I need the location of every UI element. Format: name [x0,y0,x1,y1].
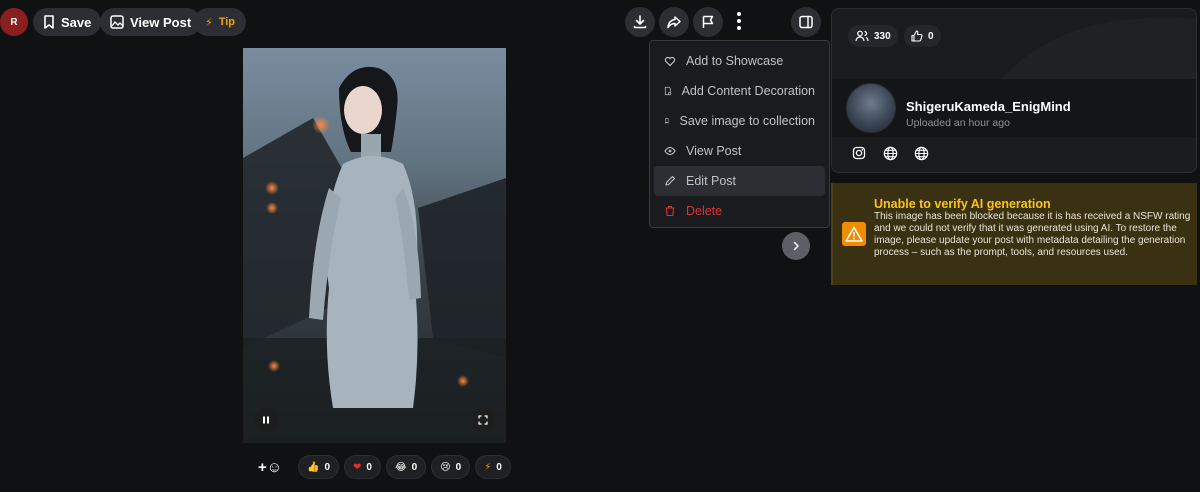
reaction-cry[interactable]: 😢 0 [431,455,471,479]
dot [737,12,741,16]
author-name[interactable]: ShigeruKameda_EnigMind [906,99,1071,114]
menu-item-save-to-collection[interactable]: Save image to collection [654,106,825,136]
post-info-panel: 330 0 ShigeruKameda_EnigMind Uploaded an… [831,8,1197,173]
reaction-emoji: 😂 [394,461,407,473]
author-section: ShigeruKameda_EnigMind Uploaded an hour … [832,79,1196,137]
fullscreen-icon [478,415,488,425]
save-label: Save [61,14,92,30]
menu-item-add-content-decoration[interactable]: Add Content Decoration [654,76,825,106]
bookmark-icon [44,15,54,29]
reaction-count: 0 [411,461,418,473]
fullscreen-button[interactable] [471,408,495,432]
post-image[interactable] [243,48,506,443]
instagram-link[interactable] [852,146,866,165]
image-icon [110,15,124,29]
followers-count: 330 [874,30,891,42]
share-icon [667,16,681,29]
followers-stat: 330 [848,25,898,47]
trash-icon [665,205,675,217]
save-button[interactable]: Save [33,8,102,36]
add-reaction-icon: +☺ [258,458,283,476]
chevron-right-icon [793,241,800,251]
warning-title: Unable to verify AI generation [874,197,1051,211]
menu-item-edit-post[interactable]: Edit Post [654,166,825,196]
reaction-count: 0 [366,461,372,473]
likes-count: 0 [928,30,934,42]
menu-item-label: Add to Showcase [686,54,784,68]
download-icon [633,15,647,29]
globe-icon [914,146,929,161]
warning-icon [842,222,866,246]
reaction-count: 0 [496,461,502,473]
reaction-emoji: 😢 [440,461,451,473]
report-button[interactable] [693,7,723,37]
bookmark-icon [665,118,669,124]
image-content [243,66,506,443]
heart-icon [664,56,676,67]
website-link[interactable] [883,146,898,166]
instagram-icon [852,146,866,160]
thumbs-up-icon [911,30,923,42]
add-reaction-button[interactable]: +☺ [258,455,282,479]
reaction-emoji: ❤ [353,461,362,473]
globe-icon [883,146,898,161]
alert-triangle-icon [845,226,863,242]
dot [737,19,741,23]
tip-button[interactable]: ⚡ Tip [194,8,247,36]
warning-body: This image has been blocked because it i… [874,211,1191,258]
next-image-button[interactable] [782,232,810,260]
download-button[interactable] [625,7,655,37]
author-avatar[interactable] [846,83,896,133]
reaction-emoji: ⚡ [484,461,492,473]
menu-item-delete[interactable]: Delete [654,196,825,226]
reaction-like[interactable]: 👍 0 [298,455,340,479]
menu-item-view-post[interactable]: View Post [654,136,825,166]
menu-item-label: Add Content Decoration [681,84,815,98]
pause-icon [263,416,269,424]
lightning-icon: ⚡ [205,16,213,29]
reaction-laugh[interactable]: 😂 0 [385,455,427,479]
eye-icon [664,146,676,156]
reaction-heart[interactable]: ❤ 0 [344,455,381,479]
tip-label: Tip [218,16,236,28]
ai-verification-warning: Unable to verify AI generation This imag… [831,183,1197,285]
dot [737,26,741,30]
user-avatar[interactable]: R [0,8,28,36]
view-post-label: View Post [130,14,192,30]
pencil-icon [665,175,676,186]
menu-item-label: View Post [686,144,742,158]
menu-item-add-to-showcase[interactable]: Add to Showcase [654,46,825,76]
more-options-menu: Add to Showcase Add Content Decoration S… [649,40,830,228]
toggle-sidebar-button[interactable] [791,7,821,37]
website-link-2[interactable] [914,146,929,166]
share-button[interactable] [659,7,689,37]
flag-icon [702,15,714,28]
view-post-button[interactable]: View Post [100,8,202,36]
menu-item-label: Save image to collection [679,114,816,128]
likes-stat: 0 [904,25,941,47]
sidebar-icon [799,15,813,29]
reaction-count: 0 [455,461,462,473]
users-icon [855,30,869,42]
upload-time: Uploaded an hour ago [906,117,1010,129]
reaction-emoji: 👍 [307,461,320,473]
more-options-button[interactable] [731,8,747,34]
reaction-lightning[interactable]: ⚡ 0 [475,455,511,479]
menu-item-label: Edit Post [686,174,737,188]
reaction-count: 0 [324,461,331,473]
decoration-icon [664,86,672,96]
menu-item-label: Delete [686,204,723,218]
pause-button[interactable] [254,408,278,432]
